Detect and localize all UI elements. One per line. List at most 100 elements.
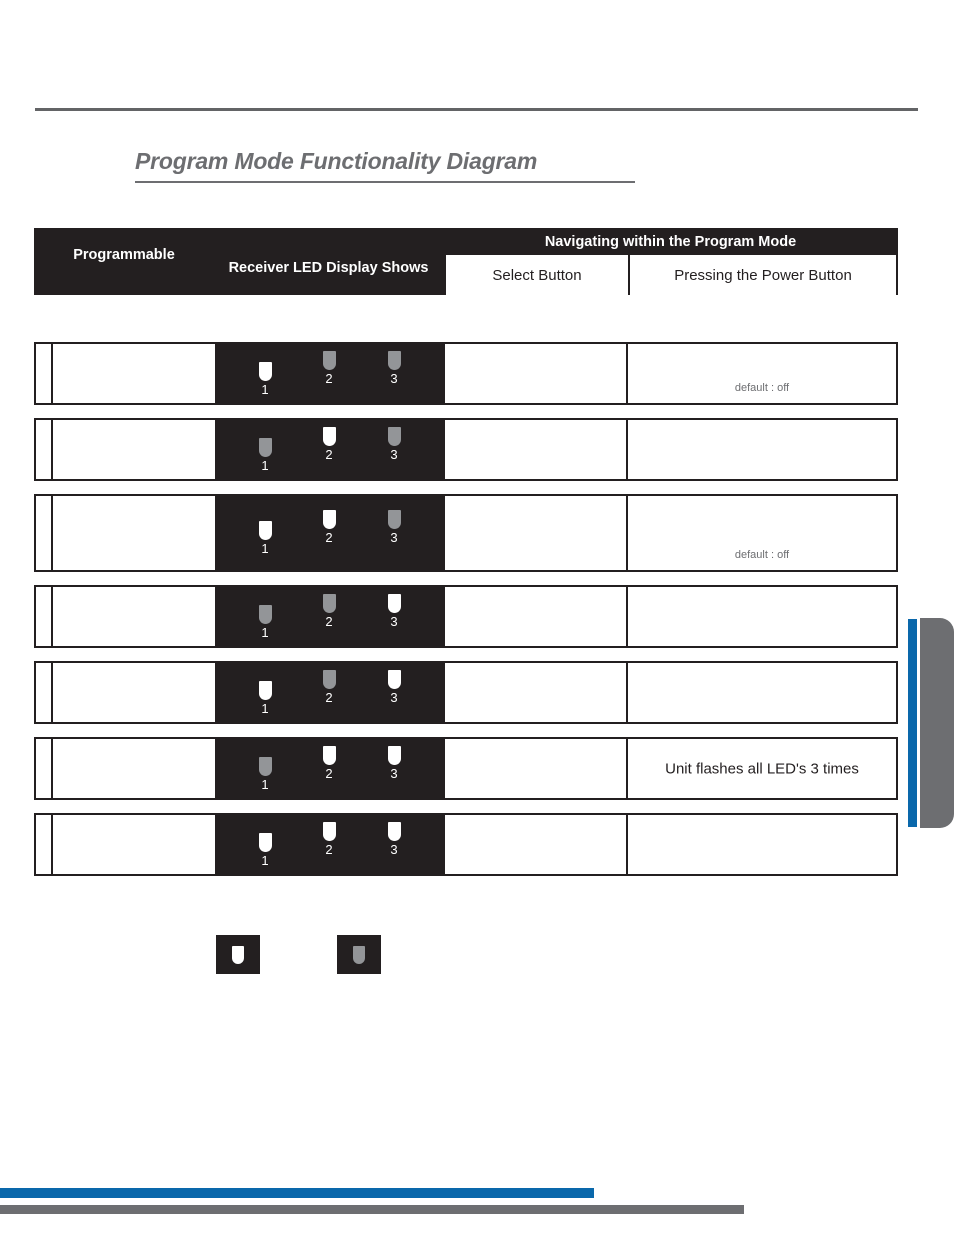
- led-display-cell: 1 2 3: [215, 663, 443, 722]
- power-button-cell: default : off: [628, 496, 896, 570]
- table-row: 1 2 3 Unit flashes all LED's 3 times: [34, 737, 898, 800]
- led-label: 2: [325, 841, 333, 857]
- led-indicator-2: 2: [313, 745, 345, 781]
- led-indicator-2: 2: [313, 510, 345, 545]
- led-indicator-1: 1: [249, 680, 281, 716]
- row-index-cell: [36, 496, 53, 570]
- table-row: 1 2 3: [34, 585, 898, 648]
- led-label: 3: [390, 689, 398, 705]
- led-label: 1: [261, 381, 269, 397]
- led-label: 3: [390, 446, 398, 462]
- led-label: 1: [261, 624, 269, 640]
- led-on-icon: [322, 821, 336, 841]
- led-label: 2: [325, 613, 333, 629]
- led-on-icon: [258, 361, 272, 381]
- led-indicator-2: 2: [313, 821, 345, 857]
- select-button-cell: [443, 815, 628, 874]
- led-label: 3: [390, 370, 398, 386]
- column-header-navigating: Navigating within the Program Mode: [544, 233, 797, 250]
- led-indicator-1: 1: [249, 361, 281, 397]
- led-label: 3: [390, 613, 398, 629]
- led-legend: [216, 935, 616, 975]
- row-index-cell: [36, 815, 53, 874]
- led-off-icon: [322, 593, 336, 613]
- power-note: Unit flashes all LED's 3 times: [665, 760, 859, 777]
- led-indicator-2: 2: [313, 426, 345, 462]
- footer-gray-bar: [0, 1205, 744, 1214]
- programmable-cell: [53, 815, 215, 874]
- led-indicator-1: 1: [249, 521, 281, 556]
- led-on-icon: [387, 821, 401, 841]
- led-label: 2: [325, 689, 333, 705]
- led-on-icon: [387, 593, 401, 613]
- led-cluster: 1 2 3: [241, 593, 421, 640]
- led-label: 1: [261, 852, 269, 868]
- column-header-receiver-led-display: Receiver LED Display Shows: [228, 259, 429, 276]
- table-row: 1 2 3 default : off: [34, 494, 898, 572]
- row-index-cell: [36, 587, 53, 646]
- table-row: 1 2 3: [34, 813, 898, 876]
- led-label: 2: [325, 530, 333, 545]
- led-label: 3: [390, 765, 398, 781]
- column-header-power-button: Pressing the Power Button: [630, 255, 896, 295]
- side-tab-gray: [920, 618, 954, 828]
- row-index-cell: [36, 420, 53, 479]
- led-label: 1: [261, 457, 269, 473]
- led-label: 2: [325, 446, 333, 462]
- led-on-icon: [322, 745, 336, 765]
- led-label: 3: [390, 841, 398, 857]
- programmable-cell: [53, 496, 215, 570]
- select-button-cell: [443, 663, 628, 722]
- led-indicator-3: 3: [378, 350, 410, 386]
- led-off-icon: [353, 945, 365, 964]
- led-label: 1: [261, 700, 269, 716]
- led-off-icon: [322, 350, 336, 370]
- led-on-icon: [387, 745, 401, 765]
- led-label: 1: [261, 776, 269, 792]
- led-indicator-3: 3: [378, 745, 410, 781]
- led-off-icon: [258, 437, 272, 457]
- power-button-cell: [628, 663, 896, 722]
- row-index-cell: [36, 663, 53, 722]
- led-indicator-3: 3: [378, 426, 410, 462]
- led-on-icon: [258, 680, 272, 700]
- led-display-cell: 1 2 3: [215, 344, 443, 403]
- led-display-cell: 1 2 3: [215, 739, 443, 798]
- led-label: 2: [325, 765, 333, 781]
- legend-led-off-swatch: [337, 935, 381, 974]
- led-on-icon: [387, 669, 401, 689]
- led-display-cell: 1 2 3: [215, 587, 443, 646]
- select-button-cell: [443, 420, 628, 479]
- page-title-block: Program Mode Functionality Diagram: [135, 148, 635, 183]
- header-rule: [35, 108, 918, 111]
- row-index-cell: [36, 344, 53, 403]
- programmable-cell: [53, 739, 215, 798]
- table-row: 1 2 3: [34, 661, 898, 724]
- default-state-note: default : off: [734, 549, 790, 561]
- legend-led-on-swatch: [216, 935, 260, 974]
- led-off-icon: [258, 604, 272, 624]
- table-row: 1 2 3: [34, 418, 898, 481]
- select-button-cell: [443, 587, 628, 646]
- led-cluster: 1 2 3: [241, 426, 421, 473]
- programmable-cell: [53, 344, 215, 403]
- program-mode-table: Programmable Receiver LED Display Shows …: [34, 228, 898, 295]
- led-on-icon: [322, 510, 336, 529]
- led-on-icon: [258, 832, 272, 852]
- led-indicator-2: 2: [313, 593, 345, 629]
- led-cluster: 1 2 3: [241, 745, 421, 792]
- led-on-icon: [232, 945, 244, 964]
- page-title: Program Mode Functionality Diagram: [135, 148, 538, 174]
- led-indicator-1: 1: [249, 437, 281, 473]
- programmable-cell: [53, 663, 215, 722]
- page-title-underline: [135, 181, 635, 183]
- led-label: 1: [261, 541, 269, 556]
- programmable-cell: [53, 587, 215, 646]
- select-button-cell: [443, 344, 628, 403]
- footer-blue-bar: [0, 1188, 594, 1198]
- side-tab-blue-bar: [908, 619, 917, 827]
- led-indicator-3: 3: [378, 669, 410, 705]
- select-button-cell: [443, 496, 628, 570]
- led-indicator-1: 1: [249, 604, 281, 640]
- led-indicator-1: 1: [249, 756, 281, 792]
